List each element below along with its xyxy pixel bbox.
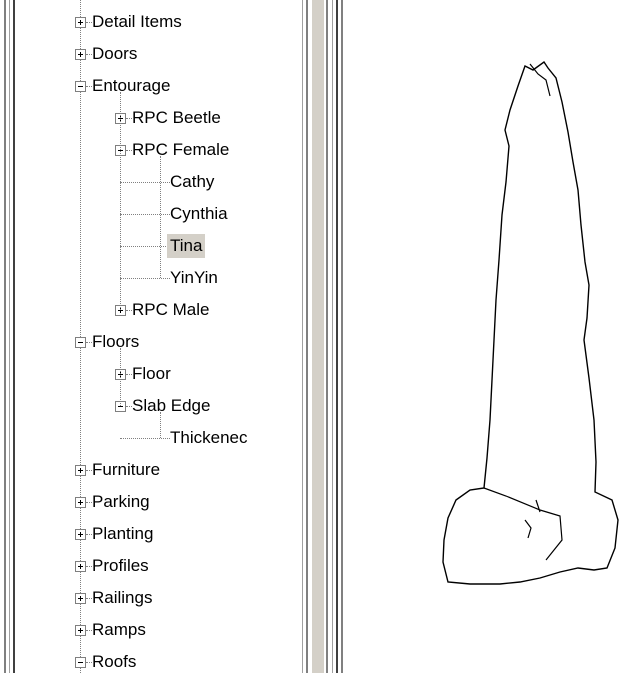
plus-box-icon[interactable] [75,49,86,60]
tree-item-parking[interactable]: Parking [20,486,302,518]
tree-connector [120,214,170,215]
rpc-female-outline [442,61,619,585]
tree-connector [120,278,170,279]
minus-box-icon[interactable] [75,657,86,668]
tree-item-ramps[interactable]: Ramps [20,614,302,646]
tree-item-rpc-male[interactable]: RPC Male [20,294,302,326]
plus-box-icon[interactable] [75,17,86,28]
tree-item-tina[interactable]: Tina [20,230,302,262]
plus-box-icon[interactable] [75,497,86,508]
minus-box-icon[interactable] [75,81,86,92]
entourage-children-connector [120,92,121,310]
tree-item-cynthia[interactable]: Cynthia [20,198,302,230]
tree-item-label: Profiles [92,556,149,575]
slab-edge-children-connector [160,412,161,438]
plus-box-icon[interactable] [75,529,86,540]
tree-item-label: Thickenec [170,428,248,447]
family-tree-pane[interactable]: Detail Items Doors Entourage RPC Beetle RPC … [20,0,302,673]
tree-item-label: Slab Edge [132,396,211,415]
tree-item-railings[interactable]: Railings [20,582,302,614]
floors-children-connector [120,348,121,406]
tree-connector [120,438,170,439]
tree-item-label: Doors [92,44,138,63]
tree-item-label: RPC Beetle [132,108,221,127]
tree-item-thickenec[interactable]: Thickenec [20,422,302,454]
tree-connector [120,246,170,247]
tree-item-label: RPC Female [132,140,230,159]
tree-item-slab-edge[interactable]: Slab Edge [20,390,302,422]
tree-item-label: Entourage [92,76,171,95]
pane-splitter[interactable] [302,0,355,673]
tree-item-label: Ramps [92,620,146,639]
tree-item-label: Detail Items [92,12,182,31]
tree-item-rpc-female[interactable]: RPC Female [20,134,302,166]
tree-item-entourage[interactable]: Entourage [20,70,302,102]
tree-item-label: Furniture [92,460,161,479]
tree-item-roofs[interactable]: Roofs [20,646,302,673]
tree-item-label: Floors [92,332,140,351]
tree-item-label: Roofs [92,652,137,671]
tree-item-label: Railings [92,588,153,607]
tree-item-label: YinYin [170,268,218,287]
tree-item-label: Planting [92,524,154,543]
tree-item-profiles[interactable]: Profiles [20,550,302,582]
plus-box-icon[interactable] [75,593,86,604]
tree-item-rpc-beetle[interactable]: RPC Beetle [20,102,302,134]
window-frame-left [0,0,20,673]
preview-viewport[interactable] [355,0,620,673]
tree-item-label: Floor [132,364,171,383]
tree-item-cathy[interactable]: Cathy [20,166,302,198]
tree-item-label: Tina [167,234,206,258]
plus-box-icon[interactable] [75,561,86,572]
rpc-female-children-connector [160,156,161,278]
tree-item-planting[interactable]: Planting [20,518,302,550]
tree-item-label: Parking [92,492,150,511]
tree-item-floors[interactable]: Floors [20,326,302,358]
tree-connector [120,182,170,183]
tree-item-doors[interactable]: Doors [20,38,302,70]
tree-item-yinyin[interactable]: YinYin [20,262,302,294]
plus-box-icon[interactable] [75,465,86,476]
tree-item-label: Cathy [170,172,215,191]
tree-item-label: RPC Male [132,300,210,319]
tree-item-label: Cynthia [170,204,228,223]
tree-item-furniture[interactable]: Furniture [20,454,302,486]
tree-item-detail-items[interactable]: Detail Items [20,6,302,38]
plus-box-icon[interactable] [75,625,86,636]
tree-item-floor[interactable]: Floor [20,358,302,390]
minus-box-icon[interactable] [75,337,86,348]
